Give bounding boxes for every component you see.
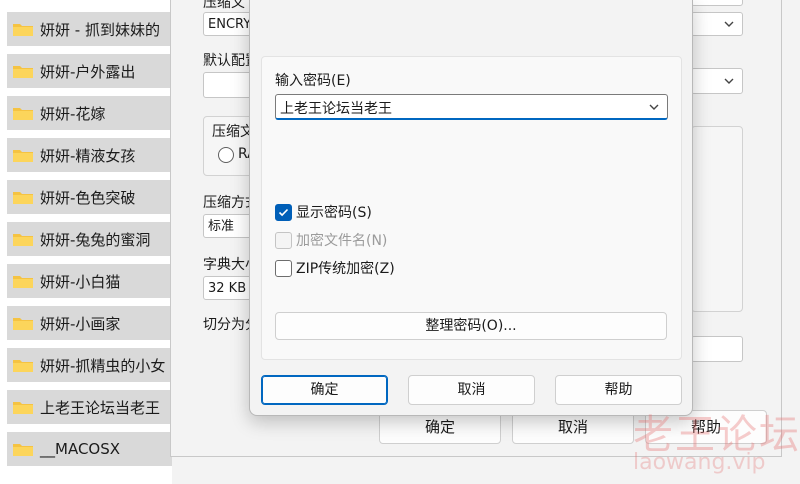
show-password-label: 显示密码(S)	[296, 205, 372, 221]
folder-name: 妍妍-色色突破	[40, 188, 136, 207]
watermark-url: laowang.vip	[633, 450, 766, 475]
password-help-button[interactable]: 帮助	[555, 375, 682, 405]
path-mode-select[interactable]	[691, 68, 743, 94]
folder-item[interactable]: 妍妍-精液女孩	[7, 138, 172, 172]
folder-icon	[12, 105, 34, 121]
folder-name: 妍妍-抓精虫的小女	[40, 356, 166, 375]
folder-item[interactable]: 妍妍 - 抓到妹妹的	[7, 12, 172, 46]
chevron-down-icon[interactable]	[647, 100, 661, 114]
checkbox-disabled-icon	[275, 231, 292, 249]
folder-item[interactable]: 妍妍-花嫁	[7, 96, 172, 130]
top-right-select[interactable]	[691, 0, 743, 6]
chevron-down-icon	[724, 78, 734, 84]
options-group	[691, 126, 743, 312]
folder-item[interactable]: 妍妍-色色突破	[7, 180, 172, 214]
folder-item[interactable]: 上老王论坛当老王	[7, 390, 172, 424]
folder-name: 妍妍 - 抓到妹妹的	[40, 20, 160, 39]
encrypt-filenames-label: 加密文件名(N)	[296, 233, 388, 249]
show-password-checkbox[interactable]: 显示密码(S)	[275, 202, 372, 222]
folder-icon	[12, 273, 34, 289]
folder-item[interactable]: __MACOSX	[7, 432, 172, 466]
format-label: 压缩文	[203, 0, 245, 11]
folder-icon	[12, 399, 34, 415]
zip-legacy-encryption-checkbox[interactable]: ZIP传统加密(Z)	[275, 258, 395, 278]
folder-icon	[12, 441, 34, 457]
file-list: 妍妍 - 抓到妹妹的 妍妍-户外露出 妍妍-花嫁 妍妍-精液女孩 妍妍-色色突破…	[0, 0, 172, 484]
folder-icon	[12, 63, 34, 79]
folder-icon	[12, 147, 34, 163]
folder-item[interactable]: 妍妍-户外露出	[7, 54, 172, 88]
folder-item[interactable]: 妍妍-兔兔的蜜洞	[7, 222, 172, 256]
zip-legacy-encryption-label: ZIP传统加密(Z)	[296, 261, 395, 277]
folder-item[interactable]: 妍妍-抓精虫的小女	[7, 348, 172, 382]
folder-name: __MACOSX	[40, 440, 121, 458]
folder-item[interactable]: 妍妍-小画家	[7, 306, 172, 340]
format-radio[interactable]	[218, 147, 234, 163]
folder-name: 妍妍-兔兔的蜜洞	[40, 230, 151, 249]
update-mode-select[interactable]	[691, 12, 743, 36]
folder-icon	[12, 357, 34, 373]
checkbox-checked-icon[interactable]	[275, 203, 292, 221]
folder-name: 妍妍-小白猫	[40, 272, 121, 291]
folder-icon	[12, 189, 34, 205]
password-ok-button[interactable]: 确定	[261, 375, 388, 405]
folder-icon	[12, 231, 34, 247]
password-cancel-button[interactable]: 取消	[408, 375, 535, 405]
folder-icon	[12, 21, 34, 37]
encrypt-filenames-checkbox: 加密文件名(N)	[275, 230, 387, 250]
split-size-input[interactable]	[691, 336, 743, 362]
folder-name: 上老王论坛当老王	[40, 398, 161, 417]
folder-name: 妍妍-精液女孩	[40, 146, 136, 165]
folder-name: 妍妍-小画家	[40, 314, 121, 333]
chevron-down-icon	[724, 21, 734, 27]
folder-item[interactable]: 妍妍-小白猫	[7, 264, 172, 298]
checkbox-unchecked-icon[interactable]	[275, 259, 292, 277]
folder-icon	[12, 315, 34, 331]
archive-format-group-label: 压缩文	[212, 124, 254, 140]
password-label: 输入密码(E)	[275, 73, 351, 89]
password-combobox[interactable]: 上老王论坛当老王	[275, 94, 668, 120]
password-value: 上老王论坛当老王	[280, 101, 392, 117]
folder-name: 妍妍-户外露出	[40, 62, 136, 81]
password-dialog: 输入密码(E) 上老王论坛当老王 显示密码(S) 加密文件名(N) ZIP传统加…	[249, 0, 693, 416]
folder-name: 妍妍-花嫁	[40, 104, 106, 123]
manage-passwords-button[interactable]: 整理密码(O)...	[275, 312, 667, 340]
